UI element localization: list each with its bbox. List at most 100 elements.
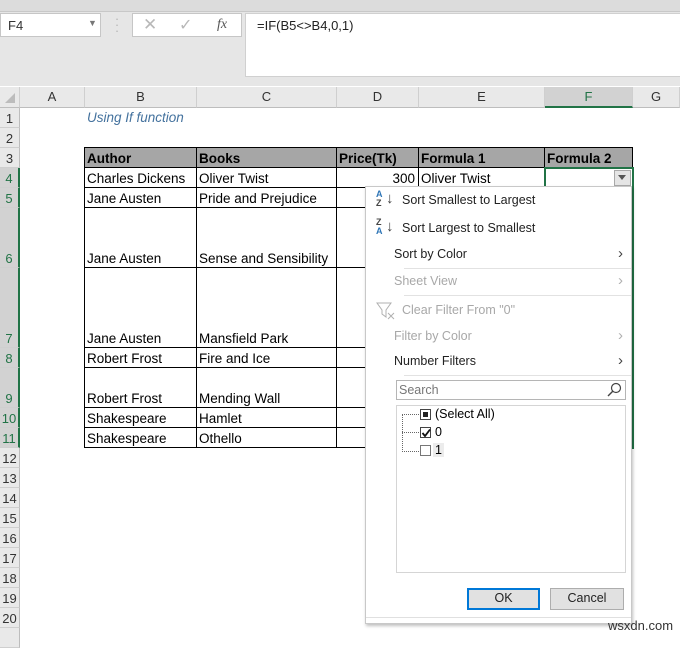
cell-book[interactable]: Othello (197, 428, 337, 448)
cell-author[interactable]: Robert Frost (85, 368, 197, 408)
sort-ascending-icon: AZ (376, 189, 383, 208)
enter-icon[interactable]: ✓ (179, 15, 192, 35)
ok-button[interactable]: OK (467, 588, 540, 610)
formula-bar-grip-icon[interactable]: · · · (114, 12, 120, 37)
name-box-dropdown-icon[interactable]: ▼ (88, 18, 97, 28)
down-arrow-icon: ↓ (386, 190, 394, 207)
menu-footer-divider (366, 617, 631, 618)
row-number: 14 (2, 491, 17, 506)
header-cell-price[interactable]: Price(Tk) (337, 148, 419, 168)
cell-book[interactable]: Hamlet (197, 408, 337, 428)
row-header-15[interactable]: 15 (0, 508, 20, 528)
row-header-4[interactable]: 4 (0, 168, 20, 188)
chevron-right-icon: › (618, 352, 623, 369)
cell-formula1[interactable]: Oliver Twist (419, 168, 545, 188)
column-header-c[interactable]: C (197, 87, 337, 108)
cell-text: Oliver Twist (421, 171, 491, 186)
row-number: 1 (5, 111, 14, 126)
filter-value-select-all[interactable]: (Select All) (408, 406, 608, 424)
row-header-10[interactable]: 10 (0, 408, 20, 428)
cell-author[interactable]: Jane Austen (85, 208, 197, 268)
filter-value-label: 1 (433, 443, 444, 457)
cell-author[interactable]: Shakespeare (85, 408, 197, 428)
cell-book[interactable]: Mending Wall (197, 368, 337, 408)
cell-book[interactable]: Pride and Prejudice (197, 188, 337, 208)
row-header-8[interactable]: 8 (0, 348, 20, 368)
filter-values-list[interactable]: (Select All) 0 1 (396, 405, 626, 573)
row-number: 11 (2, 431, 16, 446)
checkbox-checked[interactable] (420, 427, 431, 438)
check-icon (421, 428, 431, 438)
cell-author[interactable]: Charles Dickens (85, 168, 197, 188)
filter-search-input[interactable]: Search (396, 380, 626, 400)
menu-item-clear-filter: Clear Filter From "0" (366, 298, 631, 324)
insert-function-icon[interactable]: fx (217, 17, 227, 33)
checkbox-unchecked[interactable] (420, 445, 431, 456)
cell-text: Sense and Sensibility (199, 251, 329, 266)
filter-value-1[interactable]: 1 (408, 442, 608, 460)
menu-separator (404, 375, 631, 376)
column-header-d[interactable]: D (337, 87, 419, 108)
name-box[interactable]: F4 ▼ (0, 13, 101, 37)
column-header-e[interactable]: E (419, 87, 545, 108)
row-header-2[interactable]: 2 (0, 128, 20, 148)
row-header-19[interactable]: 19 (0, 588, 20, 608)
row-header-17[interactable]: 17 (0, 548, 20, 568)
header-cell-author[interactable]: Author (85, 148, 197, 168)
cancel-icon[interactable]: ✕ (143, 15, 157, 35)
filter-dropdown-button[interactable] (614, 170, 631, 186)
checkbox-indeterminate[interactable] (420, 409, 431, 420)
cell-author[interactable]: Jane Austen (85, 188, 197, 208)
cell-book[interactable]: Sense and Sensibility (197, 208, 337, 268)
cell-author[interactable]: Jane Austen (85, 268, 197, 348)
row-header-12[interactable]: 12 (0, 448, 20, 468)
row-header-16[interactable]: 16 (0, 528, 20, 548)
row-header-20[interactable]: 20 (0, 608, 20, 628)
chevron-right-icon: › (618, 245, 623, 262)
formula-bar-area: F4 ▼ · · · ✕ ✓ fx =IF(B5<>B4,0,1) (0, 0, 680, 86)
menu-item-sort-by-color[interactable]: Sort by Color › (366, 242, 631, 268)
cell-book[interactable]: Oliver Twist (197, 168, 337, 188)
row-header-18[interactable]: 18 (0, 568, 20, 588)
sheet-title[interactable]: Using If function (87, 110, 184, 125)
row-number: 13 (2, 471, 17, 486)
header-cell-formula-1[interactable]: Formula 1 (419, 148, 545, 168)
select-all-corner[interactable] (0, 87, 20, 108)
row-header-7[interactable]: 7 (0, 268, 20, 348)
header-cell-formula-2[interactable]: Formula 2 (545, 148, 633, 168)
row-header-6[interactable]: 6 (0, 208, 20, 268)
row-header-11[interactable]: 11 (0, 428, 20, 448)
cancel-button[interactable]: Cancel (550, 588, 624, 610)
row-header-21[interactable] (0, 628, 20, 648)
cell-author[interactable]: Shakespeare (85, 428, 197, 448)
filter-value-0[interactable]: 0 (408, 424, 608, 442)
row-header-14[interactable]: 14 (0, 488, 20, 508)
menu-item-sort-descending[interactable]: ZA ↓ Sort Largest to Smallest (366, 216, 631, 242)
row-header-9[interactable]: 9 (0, 368, 20, 408)
name-box-value: F4 (8, 18, 24, 33)
row-header-13[interactable]: 13 (0, 468, 20, 488)
header-cell-books[interactable]: Books (197, 148, 337, 168)
cell-author[interactable]: Robert Frost (85, 348, 197, 368)
row-header-3[interactable]: 3 (0, 148, 20, 168)
cell-text: Shakespeare (87, 411, 167, 426)
column-header-b[interactable]: B (85, 87, 197, 108)
cell-text: Oliver Twist (199, 171, 269, 186)
row-header-1[interactable]: 1 (0, 108, 20, 128)
cell-book[interactable]: Fire and Ice (197, 348, 337, 368)
row-number: 10 (1, 411, 17, 426)
column-header-f[interactable]: F (545, 87, 633, 108)
select-all-triangle-icon (5, 93, 15, 103)
menu-item-sort-ascending[interactable]: AZ ↓ Sort Smallest to Largest (366, 188, 631, 214)
menu-item-label: Sort by Color (394, 247, 467, 261)
cell-text: Jane Austen (87, 191, 162, 206)
row-header-5[interactable]: 5 (0, 188, 20, 208)
menu-item-label: Number Filters (394, 354, 476, 368)
formula-input[interactable]: =IF(B5<>B4,0,1) (245, 13, 680, 77)
column-header-a[interactable]: A (20, 87, 85, 108)
column-header-g[interactable]: G (633, 87, 680, 108)
cell-price[interactable]: 300 (337, 168, 419, 188)
chevron-down-icon (618, 175, 626, 180)
cell-book[interactable]: Mansfield Park (197, 268, 337, 348)
menu-item-number-filters[interactable]: Number Filters › (366, 349, 631, 375)
